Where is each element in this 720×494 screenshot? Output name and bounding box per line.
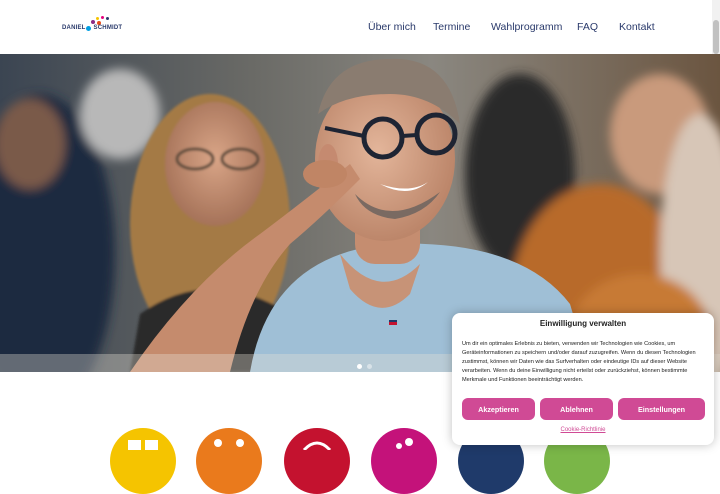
people-icon (214, 439, 244, 447)
cookie-dialog-text: Um dir ein optimales Erlebnis zu bieten,… (462, 341, 696, 383)
red-circle-icon[interactable] (284, 428, 350, 494)
slider-dot-active[interactable] (357, 364, 362, 369)
decline-button[interactable]: Ablehnen (540, 398, 613, 420)
orange-circle-icon[interactable] (196, 428, 262, 494)
page-scrollbar[interactable] (712, 0, 720, 54)
main-nav: Über mich Termine Wahlprogramm FAQ Konta… (0, 21, 712, 35)
nav-item-termine[interactable]: Termine (433, 21, 470, 33)
accept-button[interactable]: Akzeptieren (462, 398, 535, 420)
magenta-circle-icon[interactable] (371, 428, 437, 494)
nav-item-kontakt[interactable]: Kontakt (619, 21, 655, 33)
heart-icon (396, 438, 413, 449)
site-header: DANIEL SCHMIDT Über mich Termine Wahlprog… (0, 0, 712, 54)
nav-item-ueber-mich[interactable]: Über mich (368, 21, 416, 33)
grid-icon (128, 440, 158, 450)
cookie-consent-dialog: Einwilligung verwalten Um dir ein optima… (452, 313, 714, 445)
logo-dot (96, 17, 99, 20)
logo-dot (106, 17, 109, 20)
logo-dot (101, 16, 104, 19)
target-icon (302, 441, 332, 452)
scrollbar-thumb[interactable] (713, 20, 719, 54)
cookie-dialog-title: Einwilligung verwalten (539, 319, 627, 328)
view-settings-button[interactable]: Einstellungen ansehen (618, 398, 705, 436)
yellow-circle-icon[interactable] (110, 428, 176, 494)
nav-item-wahlprogramm[interactable]: Wahlprogramm (491, 21, 562, 33)
slider-pagination (353, 364, 377, 370)
cookie-policy-link[interactable]: Cookie-Richtlinie (452, 427, 714, 433)
nav-item-faq[interactable]: FAQ (577, 21, 598, 33)
slider-dot[interactable] (367, 364, 372, 369)
